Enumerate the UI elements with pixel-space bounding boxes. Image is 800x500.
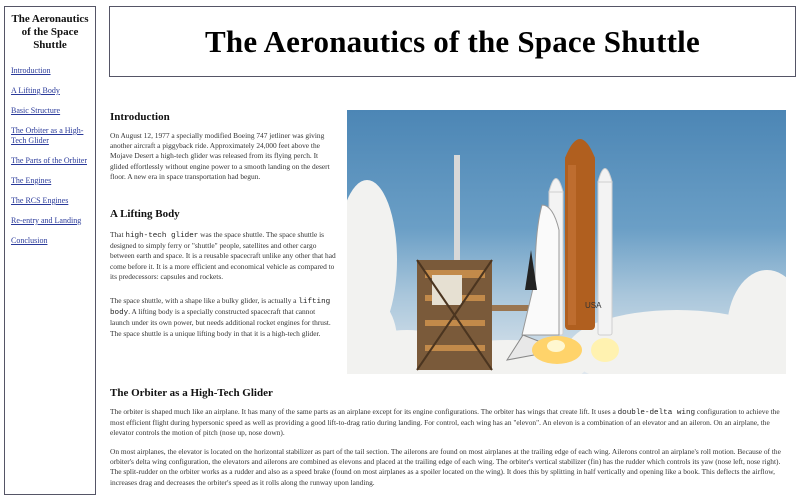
text-run: That <box>110 230 126 239</box>
nav-link-orbiter-glider[interactable]: The Orbiter as a High-Tech Glider <box>11 126 89 146</box>
introduction-text: On August 12, 1977 a specially modified … <box>110 131 330 181</box>
page-header: The Aeronautics of the Space Shuttle <box>109 6 796 77</box>
nav-link-reentry-landing[interactable]: Re-entry and Landing <box>11 216 89 226</box>
lifting-body-paragraph-2: The space shuttle, with a shape like a b… <box>110 296 336 339</box>
nav-link-conclusion[interactable]: Conclusion <box>11 236 89 246</box>
orbiter-heading: The Orbiter as a High-Tech Glider <box>110 387 273 399</box>
nav-link-parts-of-orbiter[interactable]: The Parts of the Orbiter <box>11 156 89 166</box>
code-term: high-tech glider <box>125 232 199 240</box>
lifting-body-paragraph-1: That high-tech glider was the space shut… <box>110 230 336 282</box>
page-title: The Aeronautics of the Space Shuttle <box>205 23 700 59</box>
text-run: The space shuttle, with a shape like a b… <box>110 296 299 305</box>
sidebar-nav: The Aeronautics of the Space Shuttle Int… <box>4 6 96 495</box>
nav-link-lifting-body[interactable]: A Lifting Body <box>11 86 89 96</box>
code-term: double-delta wing <box>617 409 696 417</box>
introduction-heading: Introduction <box>110 111 170 123</box>
orbiter-paragraph-2: On most airplanes, the elevator is locat… <box>110 447 781 487</box>
nav-link-engines[interactable]: The Engines <box>11 176 89 186</box>
nav-link-introduction[interactable]: Introduction <box>11 66 89 76</box>
sidebar-title: The Aeronautics of the Space Shuttle <box>11 13 89 51</box>
nav-link-rcs-engines[interactable]: The RCS Engines <box>11 196 89 206</box>
nav-link-basic-structure[interactable]: Basic Structure <box>11 106 89 116</box>
text-run: The orbiter is shaped much like an airpl… <box>110 407 618 416</box>
space-shuttle-launch-photo: USA <box>347 110 786 374</box>
lifting-body-heading: A Lifting Body <box>110 208 180 220</box>
text-run: . A lifting body is a specially construc… <box>110 307 331 338</box>
shuttle-illustration: USA <box>347 139 786 374</box>
usa-label: USA <box>585 301 602 310</box>
orbiter-paragraph-1: The orbiter is shaped much like an airpl… <box>110 407 786 439</box>
sidebar-link-list: Introduction A Lifting Body Basic Struct… <box>11 66 89 246</box>
main-content: Introduction On August 12, 1977 a specia… <box>110 96 796 500</box>
